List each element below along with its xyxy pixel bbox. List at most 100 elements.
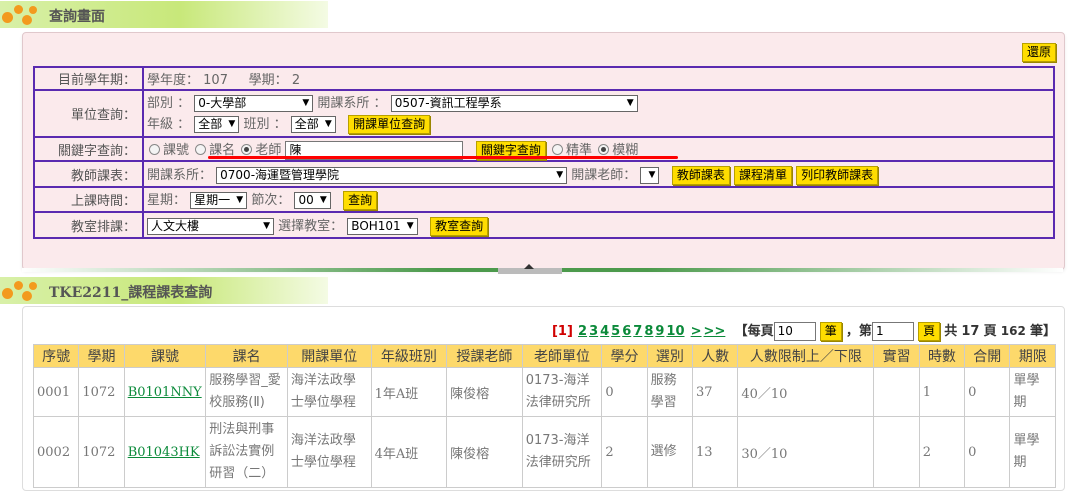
cell-unit: 海洋法政學士學位學程 <box>286 416 372 488</box>
triangle-down-icon: ▼ <box>324 118 332 129</box>
page-last-link[interactable]: >> <box>704 324 726 339</box>
cell-count: 13 <box>692 416 739 488</box>
cell-name: 服務學習_愛校服務(Ⅱ) <box>205 367 288 417</box>
cell-limit: 40／10 <box>737 367 875 417</box>
course-list-button[interactable]: 課程清單 <box>734 165 793 185</box>
col-joint: 合開 <box>964 344 1011 368</box>
radio-name[interactable] <box>195 143 207 155</box>
radio-teacher[interactable] <box>241 143 253 155</box>
col-teacher: 授課老師 <box>446 344 523 368</box>
cell-period: 單學期 <box>1009 416 1056 488</box>
time-query-button[interactable]: 查詢 <box>343 191 378 210</box>
year-value: 107 <box>203 73 228 88</box>
page-link[interactable]: 10 <box>666 324 684 339</box>
cell-term: 1072 <box>78 367 125 417</box>
collapse-handle[interactable] <box>498 264 562 274</box>
teacher-schedule-button[interactable]: 教師課表 <box>671 165 730 185</box>
page-link[interactable]: 9 <box>655 324 664 339</box>
page-link[interactable]: 7 <box>633 324 642 339</box>
col-code: 課號 <box>123 344 207 368</box>
radio-fuzzy[interactable] <box>598 143 610 155</box>
class-select[interactable]: 全部 ▼ <box>290 115 336 133</box>
triangle-down-icon: ▼ <box>236 195 244 205</box>
col-hours: 時數 <box>918 344 966 368</box>
total-records: 162 <box>1000 324 1026 338</box>
triangle-down-icon: ▼ <box>302 97 310 108</box>
results-panel: [1] 2 3 4 5 6 7 8 9 10 > >> 【每頁 10 筆 ，第 1 頁 共 17 頁 … <box>22 306 1065 491</box>
time-row-content: 星期： 星期一 ▼ 節次： 00 ▼ 查詢 <box>142 186 1055 213</box>
class-label: 班別 ： <box>243 116 287 132</box>
print-teacher-schedule-button[interactable]: 列印教師課表 <box>796 165 879 185</box>
cell-type: 選修 <box>646 416 694 488</box>
course-code-link[interactable]: B01043HK <box>128 445 200 460</box>
grade-label: 年級 ： <box>147 116 191 132</box>
col-unit: 開課單位 <box>286 344 372 368</box>
room-query-button[interactable]: 教室查詢 <box>430 216 489 236</box>
triangle-down-icon: ▼ <box>626 97 634 108</box>
period-label: 節次： <box>251 193 291 208</box>
cell-practice <box>873 416 920 488</box>
triangle-down-icon: ▼ <box>406 220 414 231</box>
dept-select[interactable]: 0-大學部 ▼ <box>194 94 314 112</box>
col-practice: 實習 <box>873 344 920 368</box>
page-input[interactable]: 1 <box>871 322 914 341</box>
page-link[interactable]: 3 <box>589 324 598 339</box>
total-text-a: 共 <box>944 324 958 339</box>
result-section-title: TKE2211_課程課表查詢 <box>49 285 213 301</box>
cell-teacher: 陳俊榕 <box>446 416 523 488</box>
page-link[interactable]: 4 <box>600 324 609 339</box>
page-current: [1] <box>551 324 573 339</box>
highlight-underline <box>208 156 678 159</box>
cell-credit: 0 <box>601 367 648 417</box>
unit-row-label: 單位查詢： <box>33 89 144 138</box>
restore-button[interactable]: 還原 <box>1021 43 1056 62</box>
cell-period: 單學期 <box>1009 367 1056 417</box>
cell-credit: 2 <box>601 416 648 488</box>
cell-teacher-unit: 0173-海洋法律研究所 <box>521 367 603 417</box>
grade-select[interactable]: 全部 ▼ <box>194 115 240 133</box>
radio-exact[interactable] <box>552 143 564 155</box>
course-code-link[interactable]: B0101NNY <box>128 385 202 400</box>
total-text-c: 筆】 <box>1029 324 1056 339</box>
teacher-offer-label: 開課系所： <box>147 167 213 183</box>
room-label: 選擇教室： <box>278 218 344 234</box>
table-row: 0001 1072 B0101NNY 服務學習_愛校服務(Ⅱ) 海洋法政學士學位… <box>32 367 1056 417</box>
cell-seq: 0002 <box>32 416 80 488</box>
term-value: 2 <box>291 73 301 88</box>
col-count: 人數 <box>692 344 739 368</box>
total-text-b: 頁 <box>983 324 997 339</box>
teacher-offer-select[interactable]: 0700-海運暨管理學院 ▼ <box>216 166 568 184</box>
result-section-banner: TKE2211_課程課表查詢 <box>0 277 328 304</box>
per-page-label: 【每頁 <box>734 324 774 339</box>
unit-query-button[interactable]: 開課單位查詢 <box>348 114 431 134</box>
radio-code[interactable] <box>149 143 160 155</box>
teacher-row-content: 開課系所： 0700-海運暨管理學院 ▼ 開課老師： ▼ 教師課表 課程清單 列印… <box>142 160 1055 188</box>
page-link[interactable]: 5 <box>611 324 620 339</box>
cell-seq: 0001 <box>32 367 80 417</box>
col-period: 期限 <box>1009 344 1056 368</box>
cell-type: 服務學習 <box>646 367 694 417</box>
offer-dept-select[interactable]: 0507-資訊工程學系 ▼ <box>390 94 638 112</box>
room-row-label: 教室排課： <box>33 211 144 239</box>
per-page-input[interactable]: 10 <box>773 322 816 341</box>
cell-code: B0101NNY <box>123 367 207 417</box>
triangle-down-icon: ▼ <box>228 118 236 129</box>
period-select[interactable]: 00 ▼ <box>294 192 331 209</box>
page-link[interactable]: 8 <box>644 324 653 339</box>
cell-hours: 2 <box>918 416 966 488</box>
teacher-select[interactable]: ▼ <box>640 166 660 184</box>
room-select[interactable]: BOH101 ▼ <box>347 217 418 235</box>
cell-joint: 0 <box>964 367 1011 417</box>
cell-teacher-unit: 0173-海洋法律研究所 <box>521 416 603 488</box>
pagination: [1] 2 3 4 5 6 7 8 9 10 > >> 【每頁 10 筆 ，第 1 頁 共 17 頁 … <box>552 320 1056 341</box>
triangle-down-icon: ▼ <box>648 169 656 180</box>
week-select[interactable]: 星期一 ▼ <box>190 192 248 209</box>
cell-count: 37 <box>692 367 739 417</box>
building-select[interactable]: 人文大樓 ▼ <box>147 217 274 235</box>
page-link[interactable]: 2 <box>578 324 587 339</box>
per-page-button[interactable]: 筆 <box>819 322 842 341</box>
query-section-title: 查詢畫面 <box>49 9 105 25</box>
page-link[interactable]: 6 <box>622 324 631 339</box>
page-next-link[interactable]: > <box>691 324 702 339</box>
go-page-button[interactable]: 頁 <box>918 322 941 341</box>
